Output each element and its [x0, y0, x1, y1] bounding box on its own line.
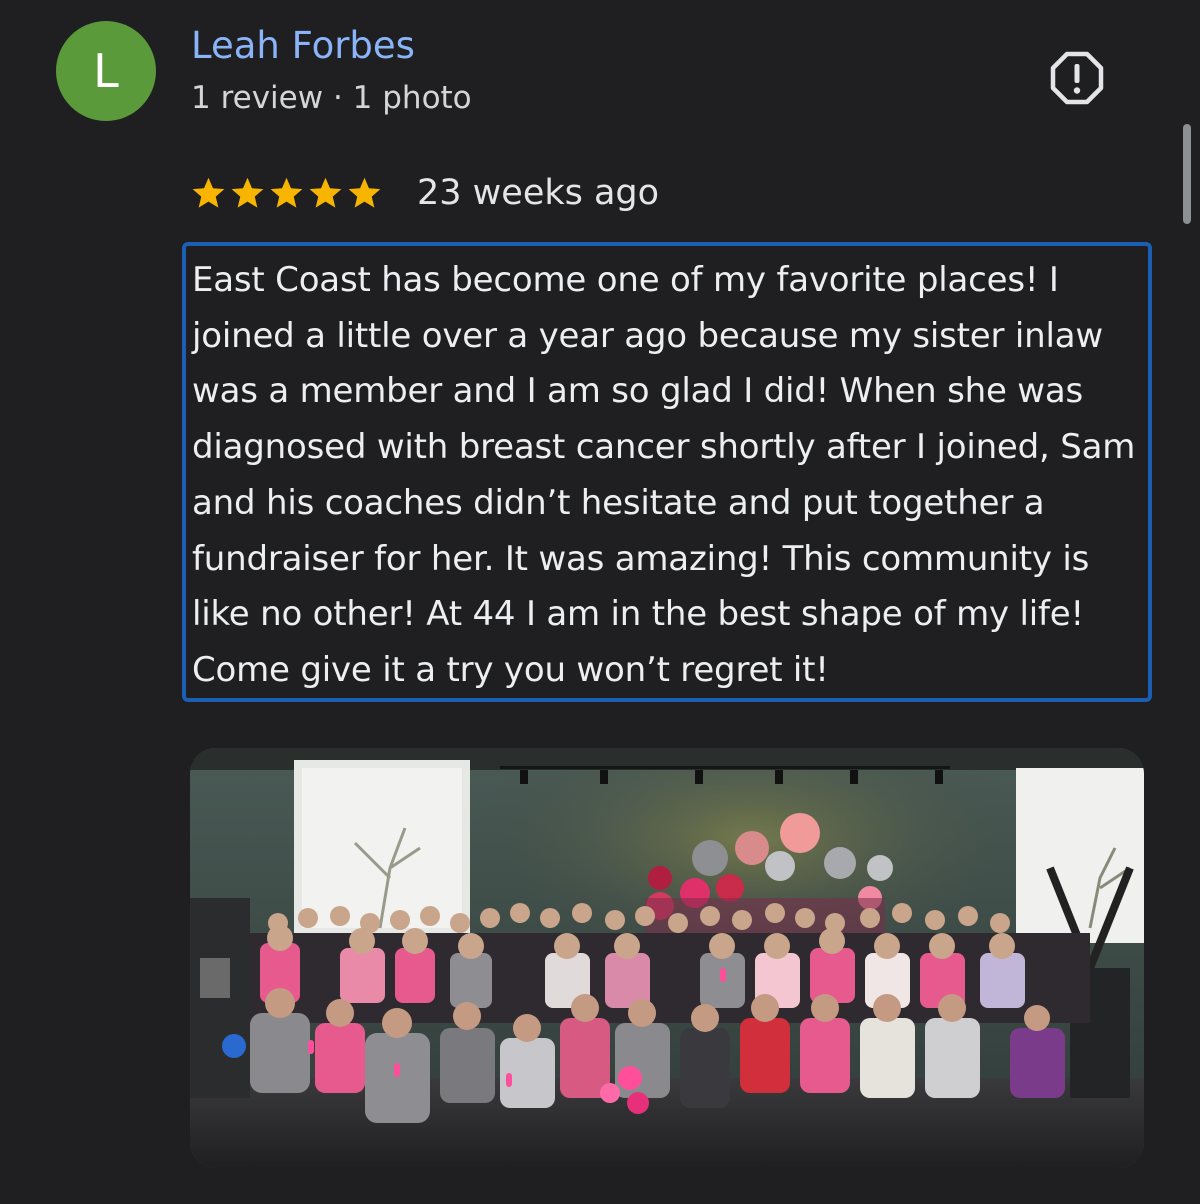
avatar-initial: L	[93, 44, 119, 98]
reviewer-avatar[interactable]: L	[56, 21, 156, 121]
review-text-box[interactable]: East Coast has become one of my favorite…	[182, 242, 1152, 702]
group-photo-image	[190, 748, 1144, 1168]
star-icon	[309, 177, 342, 208]
review-time: 23 weeks ago	[417, 173, 660, 213]
star-icon	[231, 177, 264, 208]
review-body: East Coast has become one of my favorite…	[192, 260, 1136, 690]
star-icon	[270, 177, 303, 208]
scrollbar-thumb[interactable]	[1183, 124, 1191, 224]
report-review-button[interactable]	[1048, 49, 1106, 107]
report-flag-icon	[1050, 51, 1104, 105]
review-card: L Leah Forbes 1 review · 1 photo 23 week…	[0, 0, 1200, 1204]
star-icon	[348, 177, 381, 208]
star-icon	[192, 177, 225, 208]
rating-row: 23 weeks ago	[190, 168, 659, 218]
review-photo[interactable]	[190, 748, 1144, 1168]
reviewer-meta: 1 review · 1 photo	[191, 80, 472, 116]
star-rating	[190, 175, 383, 212]
reviewer-name-link[interactable]: Leah Forbes	[191, 24, 415, 67]
